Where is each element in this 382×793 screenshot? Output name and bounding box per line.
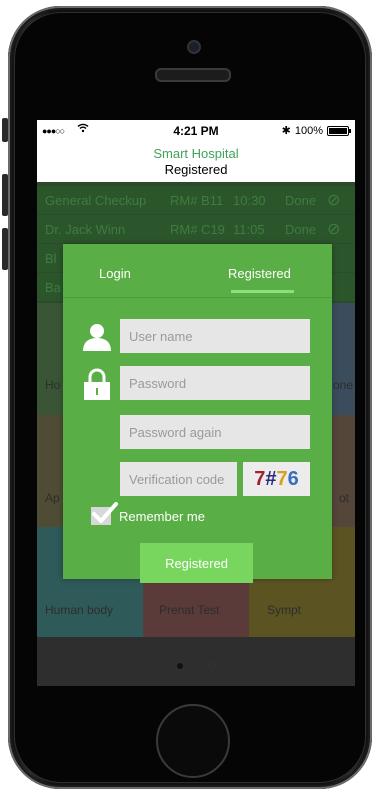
captcha-char: 7: [254, 468, 266, 490]
appointment-row: Dr. Jack Winn RM# C19 11:05 Done ⊘: [37, 215, 355, 243]
home-button[interactable]: [156, 704, 230, 778]
appointment-room: RM# C19: [170, 222, 225, 237]
tile-label: Ho: [45, 378, 61, 392]
register-button[interactable]: Registered: [140, 543, 253, 583]
captcha-char: 6: [287, 468, 299, 490]
appointment-name: Dr. Jack Winn: [45, 222, 126, 237]
tile-label: ot: [339, 491, 350, 505]
captcha-char: #: [265, 468, 277, 490]
page-title: Registered: [164, 162, 228, 177]
mute-switch: [2, 118, 8, 142]
battery-indicator: ✱ 100%: [281, 124, 351, 137]
captcha-char: 7: [276, 468, 288, 490]
volume-up-button: [2, 174, 8, 216]
tile-label: one: [333, 378, 354, 392]
captcha-image[interactable]: 7#76: [243, 462, 310, 496]
remember-me-label[interactable]: Remember me: [119, 509, 205, 524]
appointment-name: Bl: [45, 251, 57, 266]
tab-registered[interactable]: Registered: [228, 266, 291, 281]
appointment-name: General Checkup: [45, 193, 147, 208]
password-input[interactable]: [120, 366, 310, 400]
page-indicator: [37, 656, 355, 674]
earpiece-speaker: [155, 68, 231, 82]
appointment-time: 11:05: [233, 222, 265, 237]
volume-down-button: [2, 228, 8, 270]
appointment-name: Ba: [45, 280, 61, 295]
appointment-room: RM# B11: [170, 193, 224, 208]
status-bar: ●●●○○ 4:21 PM ✱ 100%: [37, 120, 355, 142]
tile-label: Ap: [45, 491, 60, 505]
username-input[interactable]: [120, 319, 310, 353]
remember-me-checkbox[interactable]: [91, 502, 118, 525]
password-again-input[interactable]: [120, 415, 310, 449]
appointment-status: Done: [285, 222, 317, 237]
appointment-row: General Checkup RM# B11 10:30 Done ⊘: [37, 186, 355, 214]
tab-divider: [63, 297, 332, 298]
page-dot-active[interactable]: [177, 663, 184, 669]
verification-code-input[interactable]: [120, 462, 237, 496]
tab-login[interactable]: Login: [99, 266, 131, 281]
check-circle-icon: ⊘: [327, 192, 341, 209]
appointment-status: Done: [285, 193, 317, 208]
bluetooth-icon: ✱: [281, 125, 291, 137]
front-camera: [187, 40, 201, 54]
battery-percent: 100%: [294, 124, 323, 137]
app-title: Smart Hospital: [153, 146, 239, 161]
user-icon: [82, 323, 112, 351]
tile-label: Human body: [45, 603, 114, 617]
appointment-time: 10:30: [233, 193, 266, 208]
check-circle-icon: ⊘: [327, 221, 341, 238]
page-dot[interactable]: [207, 662, 215, 669]
tile-label: Sympt: [267, 603, 302, 617]
battery-icon: [327, 125, 351, 136]
active-tab-indicator: [231, 290, 294, 293]
checkmark-icon: [92, 502, 118, 523]
lock-icon: [82, 368, 112, 400]
tile-label: Prenat Test: [159, 603, 220, 617]
register-dialog: Login Registered 7#76: [63, 244, 332, 583]
phone-screen: ●●●○○ 4:21 PM ✱ 100% Smart Hospital Regi…: [37, 120, 355, 686]
